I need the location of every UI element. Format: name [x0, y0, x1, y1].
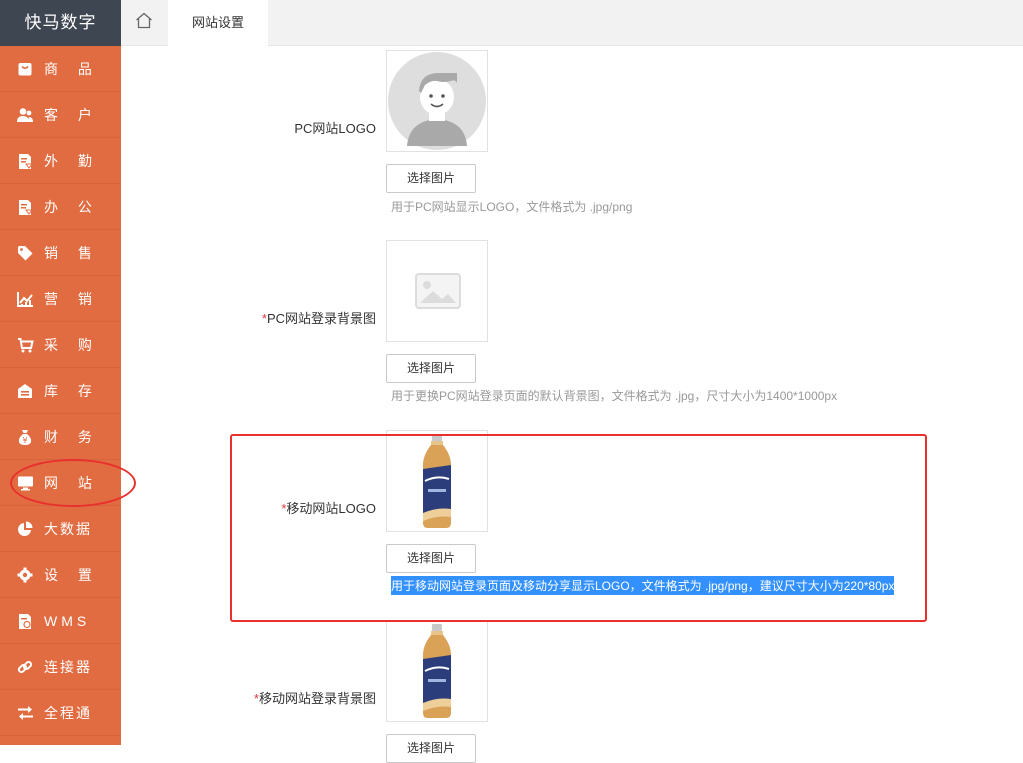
sidebar-item-label: 连接器: [44, 659, 92, 675]
sidebar-item-full-process[interactable]: 全程通: [0, 691, 121, 736]
sidebar-item-label: WMS: [44, 613, 91, 629]
bag-icon: [15, 59, 35, 79]
settings-form: PC网站LOGO 选择图片 用于PC网站显示LOGO，文件格式为 .jpg/pn…: [121, 46, 1023, 763]
sidebar-item-office[interactable]: 办 公: [0, 185, 121, 230]
sidebar-item-inventory[interactable]: 库 存: [0, 369, 121, 414]
gear-icon: [15, 565, 35, 585]
sidebar-item-label: 营 销: [44, 291, 100, 307]
tab-website-settings[interactable]: 网站设置: [168, 0, 268, 47]
wms-icon: [15, 611, 35, 631]
users-icon: [15, 105, 35, 125]
sidebar-item-label: 大数据: [44, 521, 92, 537]
sidebar-item-label: 库 存: [44, 383, 100, 399]
sidebar-item-products[interactable]: 商 品: [0, 47, 121, 92]
sidebar-item-sales[interactable]: 销 售: [0, 231, 121, 276]
sidebar-item-field-work[interactable]: 外 勤: [0, 139, 121, 184]
money-bag-icon: ¥: [15, 427, 35, 447]
svg-text:¥: ¥: [22, 436, 27, 445]
sidebar-item-label: 办 公: [44, 199, 100, 215]
mobile-login-bg-preview: [386, 620, 488, 722]
sidebar-item-label: 商 品: [44, 61, 100, 77]
annotation-highlight-box: [230, 434, 927, 622]
office-report-icon: [15, 197, 35, 217]
pc-logo-preview: [386, 50, 488, 152]
sidebar: 快马数字 商 品 客 户 外 勤 办 公 销 售 营 销 采 购 库 存 ¥ 财…: [0, 0, 121, 745]
sidebar-item-marketing[interactable]: 营 销: [0, 277, 121, 322]
pc-login-bg-label-text: PC网站登录背景图: [266, 311, 376, 326]
trend-chart-icon: [15, 289, 35, 309]
pie-chart-icon: [15, 519, 35, 539]
sidebar-item-label: 全程通: [44, 705, 92, 721]
pc-login-bg-label: *PC网站登录背景图: [262, 308, 376, 327]
pc-login-bg-choose-button[interactable]: 选择图片: [386, 354, 476, 383]
sidebar-item-connector[interactable]: 连接器: [0, 645, 121, 690]
sidebar-item-customers[interactable]: 客 户: [0, 93, 121, 138]
pc-logo-choose-button[interactable]: 选择图片: [386, 164, 476, 193]
annotation-ellipse: [10, 459, 136, 507]
cart-icon: [15, 335, 35, 355]
sidebar-item-purchase[interactable]: 采 购: [0, 323, 121, 368]
swap-arrows-icon: [15, 703, 35, 723]
link-icon: [15, 657, 35, 677]
mobile-login-bg-choose-button[interactable]: 选择图片: [386, 734, 476, 763]
sidebar-item-wms[interactable]: WMS: [0, 599, 121, 644]
field-report-icon: [15, 151, 35, 171]
brand-logo: 快马数字: [0, 0, 121, 46]
sidebar-item-settings[interactable]: 设 置: [0, 553, 121, 598]
sidebar-item-label: 销 售: [44, 245, 100, 261]
home-icon: [135, 12, 153, 34]
warehouse-icon: [15, 381, 35, 401]
bottle-image: [423, 624, 451, 718]
pc-login-bg-hint: 用于更换PC网站登录页面的默认背景图，文件格式为 .jpg，尺寸大小为1400*…: [391, 389, 838, 403]
home-tab[interactable]: [121, 0, 167, 46]
mobile-login-bg-label: *移动网站登录背景图: [254, 688, 376, 707]
sidebar-item-label: 设 置: [44, 567, 100, 583]
tag-icon: [15, 243, 35, 263]
sidebar-item-label: 客 户: [44, 107, 100, 123]
tab-bar: 网站设置: [121, 0, 1023, 47]
sidebar-item-label: 财 务: [44, 429, 100, 445]
image-placeholder-icon: [415, 273, 461, 309]
pc-logo-label: PC网站LOGO: [294, 121, 376, 136]
mobile-login-bg-label-text: 移动网站登录背景图: [258, 691, 376, 706]
sidebar-item-label: 外 勤: [44, 153, 100, 169]
sidebar-item-finance[interactable]: ¥ 财 务: [0, 415, 121, 460]
pc-logo-hint: 用于PC网站显示LOGO，文件格式为 .jpg/png: [391, 200, 633, 214]
avatar-placeholder-icon: [388, 52, 486, 150]
sidebar-item-big-data[interactable]: 大数据: [0, 507, 121, 552]
sidebar-item-label: 采 购: [44, 337, 100, 353]
pc-login-bg-preview: [386, 240, 488, 342]
